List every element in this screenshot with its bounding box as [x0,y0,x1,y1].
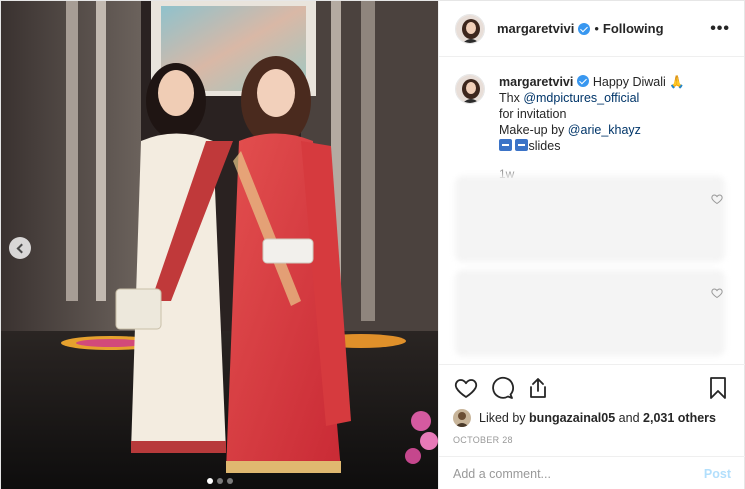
action-icon-row [453,375,731,401]
photo-illustration [1,1,438,489]
comment-like-heart-icon[interactable] [711,287,723,299]
avatar-image [456,75,484,103]
avatar-image [456,14,484,43]
heart-icon[interactable] [453,375,479,401]
liker-avatar[interactable] [453,409,471,427]
caption-thx: Thx [499,91,520,105]
caption-username[interactable]: margaretvivi [499,75,573,89]
left-arrow-emoji-icon [515,139,529,151]
blurred-comment [455,270,725,356]
comment-icon[interactable] [489,375,515,401]
carousel-dots [1,478,438,484]
comment-like-heart-icon[interactable] [711,193,723,205]
post-comment-button[interactable]: Post [704,467,731,481]
post-actions: Liked by bungazainal05 and 2,031 others … [439,364,745,445]
more-horizontal-icon[interactable]: ••• [710,20,730,38]
post-header: margaretvivi • Following ••• [439,1,744,57]
carousel-dot [226,478,233,484]
likes-prefix: Liked by [479,411,526,425]
header-separator: • [594,21,599,36]
likes-summary: Liked by bungazainal05 and 2,031 others [453,409,731,427]
caption-text: Happy Diwali [592,75,666,89]
post-photo[interactable] [1,1,438,489]
verified-badge-icon [578,22,591,35]
likes-and: and [618,411,640,425]
caption-avatar[interactable] [455,74,485,104]
post-side-panel: margaretvivi • Following ••• margaretviv… [438,1,745,489]
blurred-comment [455,176,725,262]
avatar[interactable] [455,13,485,44]
praying-hands-emoji: 🙏 [669,75,685,89]
instagram-post: margaretvivi • Following ••• margaretviv… [0,0,745,489]
add-comment-bar: Post [439,456,745,489]
left-arrow-emoji-icon [499,139,512,151]
comment-input[interactable] [453,466,704,481]
liker-username[interactable]: bungazainal05 [529,411,615,425]
carousel-dot [216,478,223,484]
comments-section: margaretvivi Happy Diwali 🙏 Thx @mdpictu… [439,58,745,364]
carousel-prev-button[interactable] [9,237,31,259]
post-date[interactable]: OCTOBER 28 [453,435,731,445]
share-icon[interactable] [525,375,551,401]
caption: margaretvivi Happy Diwali 🙏 Thx @mdpictu… [455,74,729,182]
bookmark-icon[interactable] [705,375,731,401]
caption-makeup: Make-up by [499,123,565,137]
mention-link[interactable]: @mdpictures_official [523,91,639,105]
chevron-left-icon [16,243,27,253]
caption-line: for invitation [499,107,567,121]
mention-link[interactable]: @arie_khayz [568,123,641,137]
verified-badge-icon [577,75,590,87]
caption-slides: slides [528,139,561,153]
likes-count[interactable]: 2,031 others [643,411,716,425]
liker-avatar-image [453,409,471,427]
following-button[interactable]: Following [603,21,664,36]
carousel-dot-active [206,478,213,484]
header-username[interactable]: margaretvivi [497,21,574,36]
caption-body: margaretvivi Happy Diwali 🙏 Thx @mdpictu… [499,74,685,182]
